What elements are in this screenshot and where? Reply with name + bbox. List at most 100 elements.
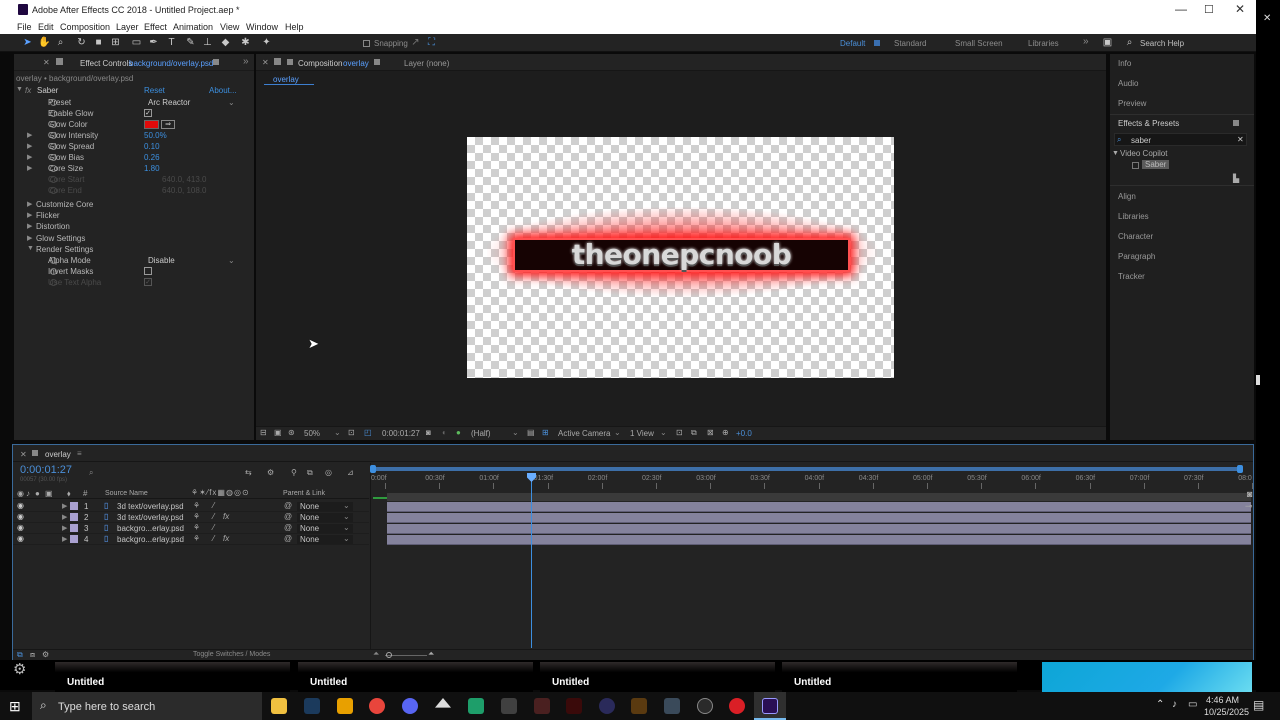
taskbar-search[interactable]: ⌕ Type here to search bbox=[32, 692, 262, 720]
close-button[interactable]: ✕ bbox=[1235, 2, 1245, 16]
quality-switch-icon[interactable]: ⁄ bbox=[213, 534, 214, 543]
discord-icon[interactable] bbox=[402, 698, 418, 714]
menu-composition[interactable]: Composition bbox=[60, 22, 110, 32]
chevron-down-icon[interactable]: ⌄ bbox=[614, 428, 621, 437]
app-icon[interactable] bbox=[697, 698, 713, 714]
fx-badge[interactable]: fx bbox=[25, 86, 31, 95]
toggle-switches-modes[interactable]: Toggle Switches / Modes bbox=[193, 651, 270, 658]
obs-icon[interactable] bbox=[599, 698, 615, 714]
effect-controls-tab[interactable]: Effect Controls bbox=[80, 59, 132, 68]
quality-switch-icon[interactable]: ⁄ bbox=[213, 523, 214, 532]
monitor-icon[interactable]: ▣ bbox=[274, 428, 282, 437]
visibility-eye-icon[interactable]: ◉ bbox=[17, 512, 24, 521]
shy-switch-icon[interactable]: ⚘ bbox=[193, 501, 200, 510]
layer-name[interactable]: backgro...erlay.psd bbox=[117, 535, 184, 544]
parent-dropdown[interactable]: None ⌄ bbox=[297, 534, 353, 544]
tree-group-video-copilot[interactable]: Video Copilot bbox=[1120, 149, 1167, 158]
rotate-tool-icon[interactable]: ↻ bbox=[76, 37, 87, 48]
alpha-mode-dropdown[interactable]: Disable bbox=[148, 256, 175, 265]
time-ruler[interactable]: 0:00f 00:30f 01:00f 01:30f 02:00f 02:30f 03:00… bbox=[370, 463, 1254, 499]
chevron-down-icon[interactable]: ⌄ bbox=[228, 256, 235, 265]
current-time[interactable]: 0:00:01:27 bbox=[382, 429, 420, 438]
shy-switch-icon[interactable]: ⚘ bbox=[193, 512, 200, 521]
prop-value[interactable]: 1.80 bbox=[144, 164, 160, 173]
roblox-icon[interactable] bbox=[534, 698, 550, 714]
camera-tool-icon[interactable]: ■ bbox=[93, 37, 104, 48]
network-icon[interactable]: ▭ bbox=[1188, 699, 1197, 710]
reset-link[interactable]: Reset bbox=[144, 86, 165, 95]
quality-switch-icon[interactable]: ⁄ bbox=[213, 501, 214, 510]
mask-visibility-icon[interactable]: ⊛ bbox=[288, 428, 295, 437]
expand-triangle-icon[interactable]: ▶ bbox=[27, 200, 32, 208]
expand-triangle-icon[interactable]: ▶ bbox=[62, 502, 67, 510]
exposure-value[interactable]: +0.0 bbox=[736, 429, 752, 438]
eyedropper-icon[interactable]: ⇒ bbox=[161, 120, 175, 129]
menu-view[interactable]: View bbox=[220, 22, 239, 32]
chevron-down-icon[interactable]: ⌄ bbox=[512, 428, 519, 437]
transparency-grid-icon[interactable]: ⊞ bbox=[542, 428, 549, 437]
chrome-icon[interactable] bbox=[369, 698, 385, 714]
always-preview-icon[interactable]: ⊟ bbox=[260, 428, 267, 437]
creative-cloud-icon[interactable] bbox=[729, 698, 745, 714]
hide-shy-icon[interactable]: ⚲ bbox=[291, 468, 297, 477]
panel-close-icon[interactable]: ✕ bbox=[43, 58, 50, 67]
game-icon-1[interactable] bbox=[566, 698, 582, 714]
layer-track-4[interactable] bbox=[387, 535, 1251, 545]
views-dropdown[interactable]: 1 View bbox=[630, 429, 654, 438]
effect-controls-file[interactable]: background/overlay.psd bbox=[129, 59, 213, 68]
snapping-checkbox[interactable] bbox=[363, 40, 370, 47]
3d-renderer-icon[interactable]: ⊠ bbox=[707, 428, 714, 437]
snap-icon-1[interactable]: ↗ bbox=[410, 37, 421, 48]
preset-dropdown[interactable]: Arc Reactor bbox=[148, 98, 190, 107]
expand-triangle-icon[interactable]: ▶ bbox=[62, 513, 67, 521]
expand-triangle-icon[interactable]: ▶ bbox=[27, 211, 32, 219]
comp-button-icon[interactable]: ◙ bbox=[1247, 489, 1252, 499]
pick-whip-icon[interactable]: @ bbox=[284, 523, 292, 532]
panel-tracker[interactable]: Tracker bbox=[1118, 272, 1145, 281]
show-snapshot-icon[interactable]: ◐ bbox=[442, 428, 447, 437]
game-icon-2[interactable] bbox=[631, 698, 647, 714]
in-out-icon[interactable]: ⚙ bbox=[42, 650, 49, 659]
snap-icon-2[interactable]: ⛶ bbox=[426, 37, 437, 48]
expand-triangle-icon[interactable]: ▶ bbox=[62, 524, 67, 532]
frame-blending-icon[interactable]: ⧉ bbox=[307, 468, 313, 478]
panel-align[interactable]: Align bbox=[1118, 192, 1136, 201]
workspace-standard[interactable]: Standard bbox=[894, 39, 926, 48]
resolution-dropdown[interactable]: (Half) bbox=[471, 429, 491, 438]
prop-value[interactable]: 0.10 bbox=[144, 142, 160, 151]
layer-row-1[interactable]: ◉ ▶ 1 ▯ 3d text/overlay.psd ⚘ ⁄ @ None ⌄ bbox=[13, 501, 369, 512]
panel-menu-icon[interactable] bbox=[374, 59, 380, 65]
group-customize-core[interactable]: ▶ Customize Core bbox=[14, 199, 252, 210]
clock-time[interactable]: 4:46 AM bbox=[1206, 695, 1239, 705]
effects-search-field[interactable]: ⌕ saber ✕ bbox=[1114, 133, 1247, 146]
parent-dropdown[interactable]: None ⌄ bbox=[297, 501, 353, 511]
brush-tool-icon[interactable]: ✎ bbox=[185, 37, 196, 48]
pick-whip-icon[interactable]: @ bbox=[284, 512, 292, 521]
hand-tool-icon[interactable]: ✋ bbox=[38, 37, 50, 48]
layer-track-1[interactable] bbox=[387, 502, 1251, 512]
search-icon[interactable]: ⌕ bbox=[89, 468, 93, 478]
panel-menu-icon[interactable]: ≡ bbox=[77, 449, 82, 458]
layer-switches-icon[interactable]: ⧉ bbox=[17, 650, 23, 660]
panel-audio[interactable]: Audio bbox=[1118, 79, 1138, 88]
expand-triangle-icon[interactable]: ▶ bbox=[27, 222, 32, 230]
graph-editor-icon[interactable]: ⊿ bbox=[347, 468, 354, 477]
source-name-header[interactable]: Source Name bbox=[105, 490, 148, 497]
layer-track-2[interactable] bbox=[387, 513, 1251, 523]
layer-track-3[interactable] bbox=[387, 524, 1251, 534]
workspace-default[interactable]: Default bbox=[840, 39, 865, 48]
label-color-swatch[interactable] bbox=[70, 524, 78, 532]
side-close-icon[interactable]: ✕ bbox=[1263, 13, 1271, 24]
window-thumbnail-2[interactable]: Untitled bbox=[298, 662, 533, 692]
roto-brush-tool-icon[interactable]: ✱ bbox=[240, 37, 251, 48]
layer-tab[interactable]: Layer (none) bbox=[404, 59, 449, 68]
panel-effects-presets[interactable]: Effects & Presets bbox=[1118, 119, 1179, 128]
prop-value[interactable]: 0.26 bbox=[144, 153, 160, 162]
parent-link-header[interactable]: Parent & Link bbox=[283, 490, 325, 497]
chevron-down-icon[interactable]: ⌄ bbox=[660, 428, 667, 437]
layer-name[interactable]: 3d text/overlay.psd bbox=[117, 502, 184, 511]
layer-row-4[interactable]: ◉ ▶ 4 ▯ backgro...erlay.psd ⚘ ⁄ fx @ Non… bbox=[13, 534, 369, 545]
menu-file[interactable]: File bbox=[17, 22, 32, 32]
expand-triangle-icon[interactable]: ▶ bbox=[27, 131, 32, 139]
workspace-libraries[interactable]: Libraries bbox=[1028, 39, 1059, 48]
